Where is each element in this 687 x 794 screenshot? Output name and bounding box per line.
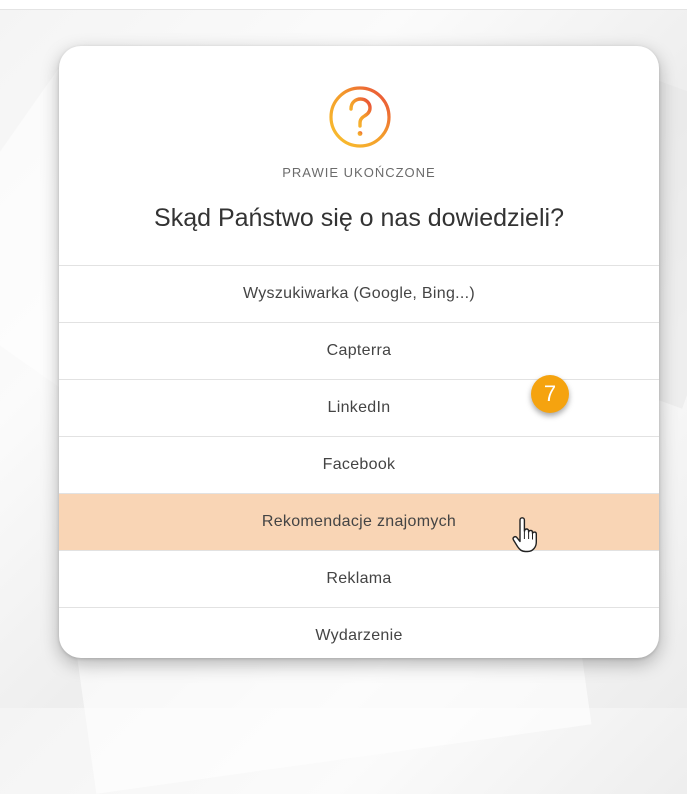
option-search-engine[interactable]: Wyszukiwarka (Google, Bing...) bbox=[59, 265, 659, 322]
option-recommendations[interactable]: Rekomendacje znajomych bbox=[59, 493, 659, 550]
option-event[interactable]: Wydarzenie bbox=[59, 607, 659, 658]
option-linkedin[interactable]: LinkedIn bbox=[59, 379, 659, 436]
card-header: PRAWIE UKOŃCZONE Skąd Państwo się o nas … bbox=[59, 46, 659, 265]
progress-subtitle: PRAWIE UKOŃCZONE bbox=[282, 165, 436, 180]
option-facebook[interactable]: Facebook bbox=[59, 436, 659, 493]
step-number-badge: 7 bbox=[531, 375, 569, 413]
hand-pointer-cursor-icon bbox=[512, 517, 537, 553]
survey-card: PRAWIE UKOŃCZONE Skąd Państwo się o nas … bbox=[59, 46, 659, 658]
question-circle-icon bbox=[329, 86, 391, 148]
top-bar bbox=[0, 0, 687, 10]
option-advertising[interactable]: Reklama bbox=[59, 550, 659, 607]
answer-options: Wyszukiwarka (Google, Bing...) Capterra … bbox=[59, 265, 659, 658]
question-title: Skąd Państwo się o nas dowiedzieli? bbox=[154, 204, 564, 232]
option-capterra[interactable]: Capterra bbox=[59, 322, 659, 379]
